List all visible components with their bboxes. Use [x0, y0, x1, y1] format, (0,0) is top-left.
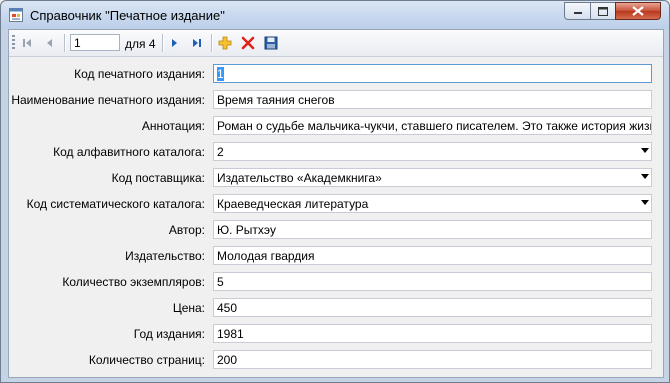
- author-field[interactable]: Ю. Рытхэу: [213, 220, 652, 239]
- dropdown-arrow-icon[interactable]: [641, 200, 649, 205]
- move-first-button[interactable]: [17, 33, 37, 53]
- toolbar-separator: [211, 34, 212, 52]
- toolbar-separator: [64, 34, 65, 52]
- next-icon: [172, 39, 177, 47]
- move-next-button[interactable]: [164, 33, 184, 53]
- publisher-field[interactable]: Молодая гвардия: [213, 246, 652, 265]
- field-label-system-catalog: Код систематического каталога:: [26, 197, 205, 211]
- field-label-annotation: Аннотация:: [141, 119, 205, 133]
- field-label-publisher: Издательство:: [125, 249, 205, 263]
- field-label-name: Наименование печатного издания:: [11, 93, 205, 107]
- last-icon: [193, 39, 201, 47]
- add-icon: [218, 36, 232, 50]
- field-label-supplier: Код поставщика:: [111, 171, 205, 185]
- prev-icon: [47, 39, 52, 47]
- toolbar-grip[interactable]: [12, 35, 15, 51]
- alpha-catalog-value: 2: [217, 145, 224, 159]
- app-window: Справочник "Печатное издание" 1 для 4 Ко…: [0, 0, 670, 383]
- save-button[interactable]: [261, 33, 281, 53]
- field-label-author: Автор:: [168, 223, 205, 237]
- dropdown-arrow-icon[interactable]: [641, 174, 649, 179]
- position-input[interactable]: [70, 34, 120, 51]
- field-label-year: Год издания:: [133, 327, 205, 341]
- save-icon: [264, 36, 278, 50]
- name-field[interactable]: Время таяния снегов: [213, 90, 652, 109]
- year-field[interactable]: 1981: [213, 324, 652, 343]
- add-new-button[interactable]: [215, 33, 235, 53]
- app-form-icon: [9, 8, 23, 22]
- code-value: 1: [217, 67, 224, 81]
- minimize-button[interactable]: [564, 2, 591, 20]
- toolbar-separator: [162, 34, 163, 52]
- supplier-value: Издательство «Академкнига»: [217, 171, 382, 185]
- form-client-area: для 4: [8, 29, 664, 378]
- delete-button[interactable]: [238, 33, 258, 53]
- field-label-price: Цена:: [172, 301, 205, 315]
- dropdown-arrow-icon[interactable]: [641, 148, 649, 153]
- field-label-copies: Количество экземпляров:: [62, 275, 205, 289]
- maximize-button[interactable]: [590, 2, 616, 20]
- minimize-icon: [573, 12, 582, 14]
- price-field[interactable]: 450: [213, 298, 652, 317]
- title-bar[interactable]: Справочник "Печатное издание": [1, 1, 669, 29]
- alpha-catalog-combo[interactable]: 2: [213, 142, 652, 161]
- supplier-combo[interactable]: Издательство «Академкнига»: [213, 168, 652, 187]
- move-previous-button[interactable]: [40, 33, 60, 53]
- code-field[interactable]: 1: [213, 64, 652, 83]
- binding-navigator-toolbar: для 4: [9, 30, 663, 57]
- close-button[interactable]: [615, 2, 661, 20]
- first-icon: [23, 39, 31, 47]
- close-icon: [632, 6, 644, 16]
- field-label-code: Код печатного издания:: [74, 67, 205, 81]
- move-last-button[interactable]: [187, 33, 207, 53]
- system-catalog-value: Краеведческая литература: [217, 197, 369, 211]
- pages-field[interactable]: 200: [213, 350, 652, 369]
- system-catalog-combo[interactable]: Краеведческая литература: [213, 194, 652, 213]
- window-title: Справочник "Печатное издание": [30, 8, 225, 23]
- copies-field[interactable]: 5: [213, 272, 652, 291]
- field-label-alpha-catalog: Код алфавитного каталога:: [53, 145, 205, 159]
- delete-icon: [241, 36, 255, 50]
- maximize-icon: [598, 6, 608, 16]
- annotation-field[interactable]: Роман о судьбе мальчика-чукчи, ставшего …: [213, 116, 652, 135]
- record-count-label: для 4: [125, 37, 156, 51]
- field-label-pages: Количество страниц:: [88, 353, 205, 367]
